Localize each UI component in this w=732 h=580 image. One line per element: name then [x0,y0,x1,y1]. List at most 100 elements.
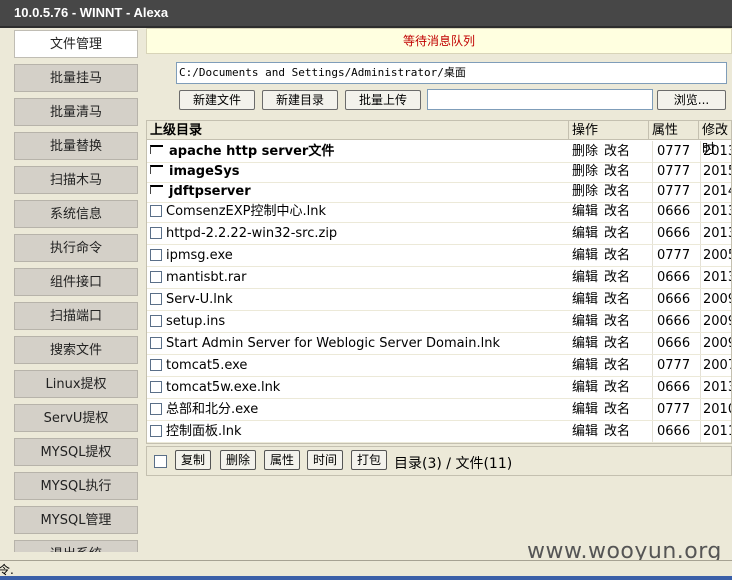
time-value[interactable]: 2013 [700,141,731,162]
pack-button[interactable]: 打包 [351,450,387,470]
rename-link[interactable]: 改名 [604,402,630,417]
sidebar-item-mysql-manage[interactable]: MYSQL管理 [14,506,138,534]
time-value[interactable]: 2010 [700,399,731,420]
attr-value[interactable]: 0666 [652,289,699,310]
file-name[interactable]: ipmsg.exe [166,248,233,263]
time-value[interactable]: 2009 [700,311,731,332]
attr-button[interactable]: 属性 [264,450,300,470]
edit-link[interactable]: 编辑 [572,358,598,373]
time-value[interactable]: 2009 [700,289,731,310]
attr-value[interactable]: 0666 [652,267,699,288]
time-value[interactable]: 2005 [700,245,731,266]
row-checkbox[interactable] [150,270,162,283]
rename-link[interactable]: 改名 [604,380,630,395]
time-value[interactable]: 2015 [700,161,731,182]
rename-link[interactable]: 改名 [604,226,630,241]
attr-value[interactable]: 0666 [652,421,699,442]
sidebar-item-batch-replace[interactable]: 批量替换 [14,132,138,160]
path-input[interactable]: C:/Documents and Settings/Administrator/… [176,62,727,84]
delete-link[interactable]: 删除 [572,164,598,179]
file-name[interactable]: 控制面板.lnk [166,424,242,439]
upload-file-field[interactable] [427,89,653,110]
rename-link[interactable]: 改名 [604,144,630,159]
attr-value[interactable]: 0777 [652,399,699,420]
sidebar-item-batch-clean[interactable]: 批量清马 [14,98,138,126]
file-name[interactable]: mantisbt.rar [166,270,247,285]
time-value[interactable]: 2014 [700,181,731,202]
edit-link[interactable]: 编辑 [572,336,598,351]
row-checkbox[interactable] [150,314,162,327]
new-dir-button[interactable]: 新建目录 [262,90,338,110]
sidebar-item-logout[interactable]: 退出系统 [14,540,138,552]
rename-link[interactable]: 改名 [604,164,630,179]
sidebar-item-linux-priv[interactable]: Linux提权 [14,370,138,398]
rename-link[interactable]: 改名 [604,270,630,285]
file-name[interactable]: tomcat5w.exe.lnk [166,380,280,395]
edit-link[interactable]: 编辑 [572,204,598,219]
sidebar-item-scan-port[interactable]: 扫描端口 [14,302,138,330]
row-checkbox[interactable] [150,402,162,415]
row-checkbox[interactable] [150,204,162,217]
copy-button[interactable]: 复制 [175,450,211,470]
folder-name[interactable]: apache http server文件 [169,144,334,159]
row-checkbox[interactable] [150,292,162,305]
row-checkbox[interactable] [150,248,162,261]
attr-value[interactable]: 0666 [652,377,699,398]
file-name[interactable]: Start Admin Server for Weblogic Server D… [166,336,500,351]
browse-button[interactable]: 浏览... [657,90,726,110]
file-name[interactable]: Serv-U.lnk [166,292,233,307]
rename-link[interactable]: 改名 [604,248,630,263]
edit-link[interactable]: 编辑 [572,314,598,329]
edit-link[interactable]: 编辑 [572,402,598,417]
attr-value[interactable]: 0777 [652,141,699,162]
sidebar-item-file-manager[interactable]: 文件管理 [14,30,138,58]
time-value[interactable]: 2011 [700,421,731,442]
new-file-button[interactable]: 新建文件 [179,90,255,110]
attr-value[interactable]: 0666 [652,201,699,222]
attr-value[interactable]: 0666 [652,333,699,354]
file-name[interactable]: tomcat5.exe [166,358,247,373]
delete-button[interactable]: 删除 [220,450,256,470]
folder-name[interactable]: jdftpserver [169,184,251,199]
row-checkbox[interactable] [150,226,162,239]
row-checkbox[interactable] [150,380,162,393]
time-value[interactable]: 2007 [700,355,731,376]
row-checkbox[interactable] [150,424,162,437]
file-name[interactable]: ComsenzEXP控制中心.lnk [166,204,326,219]
sidebar-item-exec-command[interactable]: 执行命令 [14,234,138,262]
sidebar-item-servu-priv[interactable]: ServU提权 [14,404,138,432]
time-value[interactable]: 2013 [700,201,731,222]
sidebar-item-search-file[interactable]: 搜索文件 [14,336,138,364]
file-name[interactable]: setup.ins [166,314,225,329]
batch-upload-button[interactable]: 批量上传 [345,90,421,110]
attr-value[interactable]: 0777 [652,355,699,376]
edit-link[interactable]: 编辑 [572,424,598,439]
time-value[interactable]: 2013 [700,223,731,244]
folder-name[interactable]: imageSys [169,164,239,179]
edit-link[interactable]: 编辑 [572,292,598,307]
sidebar-item-component-interface[interactable]: 组件接口 [14,268,138,296]
attr-value[interactable]: 0777 [652,181,699,202]
sidebar-item-batch-hang[interactable]: 批量挂马 [14,64,138,92]
attr-value[interactable]: 0666 [652,223,699,244]
attr-value[interactable]: 0777 [652,161,699,182]
row-checkbox[interactable] [150,358,162,371]
sidebar-item-mysql-priv[interactable]: MYSQL提权 [14,438,138,466]
time-value[interactable]: 2013 [700,377,731,398]
time-value[interactable]: 2013 [700,267,731,288]
rename-link[interactable]: 改名 [604,204,630,219]
file-name[interactable]: 总部和北分.exe [166,402,258,417]
delete-link[interactable]: 删除 [572,184,598,199]
rename-link[interactable]: 改名 [604,184,630,199]
edit-link[interactable]: 编辑 [572,380,598,395]
rename-link[interactable]: 改名 [604,314,630,329]
attr-value[interactable]: 0777 [652,245,699,266]
delete-link[interactable]: 删除 [572,144,598,159]
rename-link[interactable]: 改名 [604,424,630,439]
edit-link[interactable]: 编辑 [572,248,598,263]
row-checkbox[interactable] [150,336,162,349]
attr-value[interactable]: 0666 [652,311,699,332]
edit-link[interactable]: 编辑 [572,270,598,285]
sidebar-item-system-info[interactable]: 系统信息 [14,200,138,228]
time-button[interactable]: 时间 [307,450,343,470]
